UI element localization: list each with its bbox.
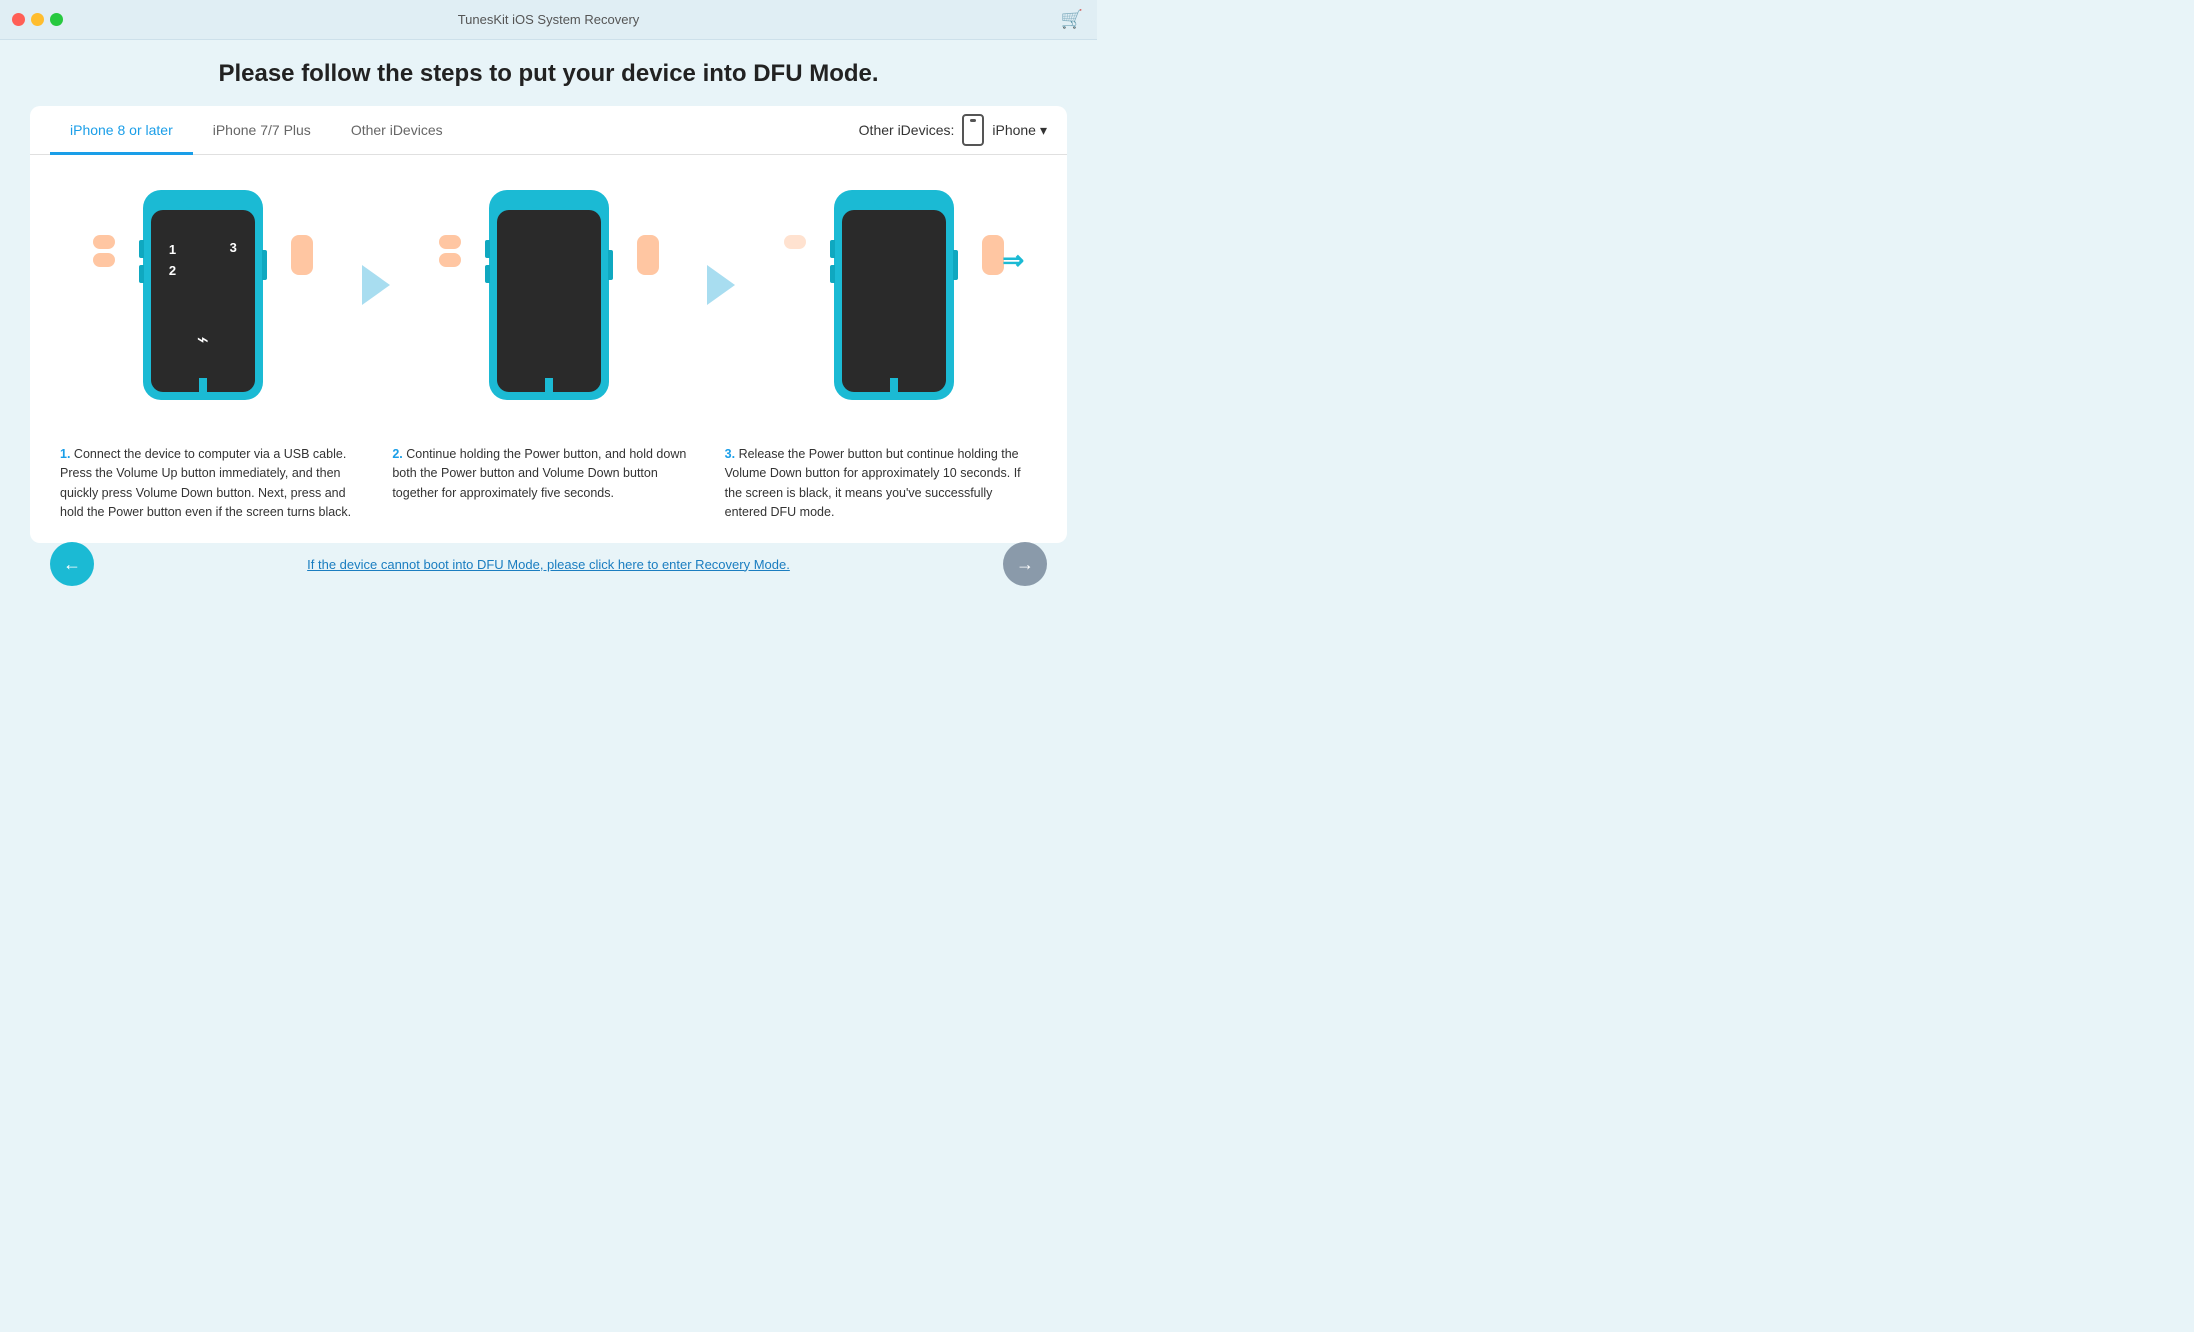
step2-phone [464,175,634,415]
arrow1 [346,165,406,305]
other-devices-label: Other iDevices: [859,122,955,138]
hand-left-step1 [93,235,115,267]
next-button[interactable]: → [1003,542,1047,586]
finger4 [439,253,461,267]
hand-left-step3 [784,235,806,249]
screen-labels-12: 1 2 [169,240,176,282]
vol-down-btn [139,265,144,283]
phone-screen-step1: 1 2 3 ⌁ [151,210,255,392]
cart-icon[interactable]: 🛒 [1061,9,1083,30]
step2-visual [406,165,692,425]
other-devices-section: Other iDevices: iPhone ▾ [859,114,1047,146]
finger3 [439,235,461,249]
device-label: iPhone [992,122,1036,138]
maximize-button[interactable] [50,13,63,26]
back-button[interactable]: ← [50,542,94,586]
step1-phone: 1 2 3 ⌁ [118,175,288,415]
step1-number: 1. [60,447,70,461]
phone-notch-step2 [529,198,569,208]
step2-number: 2. [392,447,402,461]
phone-body-step1: 1 2 3 ⌁ [143,190,263,400]
phone-screen-step3 [842,210,946,392]
hand-right-step3 [982,235,1004,275]
window-title: TunesKit iOS System Recovery [458,12,640,27]
tab-other-idevices[interactable]: Other iDevices [331,106,463,155]
power-btn-step2 [608,250,613,280]
steps-text-row: 1. Connect the device to computer via a … [30,445,1067,543]
tab-iphone8-or-later[interactable]: iPhone 8 or later [50,106,193,155]
arrow-right-1 [362,265,390,305]
content-card: iPhone 8 or later iPhone 7/7 Plus Other … [30,106,1067,543]
step2-description: Continue holding the Power button, and h… [392,447,686,500]
step1-visual: 1 2 3 ⌁ [60,165,346,425]
bottom-bar: ← If the device cannot boot into DFU Mod… [30,543,1067,586]
phone-cable-step3 [890,378,898,400]
phone-notch-step1 [183,198,223,208]
close-button[interactable] [12,13,25,26]
hand-left-step2 [439,235,461,267]
main-content: Please follow the steps to put your devi… [0,40,1097,596]
step3-number: 3. [725,447,735,461]
finger-right1 [291,235,313,275]
phone-icon [962,114,984,146]
phone-cable-step1 [199,378,207,400]
step-number-3-label: 3 [230,240,237,255]
step3-phone: ⇒ [809,175,979,415]
phone-cable-step2 [545,378,553,400]
finger1 [93,235,115,249]
power-btn-step1 [262,250,267,280]
device-dropdown[interactable]: iPhone ▾ [992,122,1047,139]
power-btn-step3 [953,250,958,280]
finger2 [93,253,115,267]
step3-visual: ⇒ [751,165,1037,425]
step-number-2-label: 2 [169,261,176,282]
window-controls [12,13,63,26]
page-title: Please follow the steps to put your devi… [30,60,1067,88]
step-number-1-label: 1 [169,240,176,261]
chevron-down-icon: ▾ [1040,122,1047,139]
vol-up-btn2 [485,240,490,258]
tabs-row: iPhone 8 or later iPhone 7/7 Plus Other … [30,106,1067,155]
phone-body-step3 [834,190,954,400]
arrow2 [691,165,751,305]
finger-right2 [637,235,659,275]
hand-right-step1 [291,235,313,275]
step2-text: 2. Continue holding the Power button, an… [382,445,714,503]
step1-text: 1. Connect the device to computer via a … [50,445,382,523]
recovery-mode-link[interactable]: If the device cannot boot into DFU Mode,… [307,557,790,572]
hand-right-step2 [637,235,659,275]
arrow-right-2 [707,265,735,305]
tab-iphone7-plus[interactable]: iPhone 7/7 Plus [193,106,331,155]
vol-up-btn [139,240,144,258]
title-bar: TunesKit iOS System Recovery 🛒 [0,0,1097,40]
finger-right3 [982,235,1004,275]
step3-description: Release the Power button but continue ho… [725,447,1021,519]
phone-body-step2 [489,190,609,400]
vol-down-btn2 [485,265,490,283]
finger5 [784,235,806,249]
phone-screen-step2 [497,210,601,392]
minimize-button[interactable] [31,13,44,26]
vol-up-btn3 [830,240,835,258]
release-arrow-icon: ⇒ [1002,245,1024,276]
phone-notch-step3 [874,198,914,208]
usb-icon: ⌁ [197,327,209,352]
step3-text: 3. Release the Power button but continue… [715,445,1047,523]
step1-description: Connect the device to computer via a USB… [60,447,351,519]
steps-visual-area: 1 2 3 ⌁ [30,155,1067,445]
vol-down-btn3 [830,265,835,283]
